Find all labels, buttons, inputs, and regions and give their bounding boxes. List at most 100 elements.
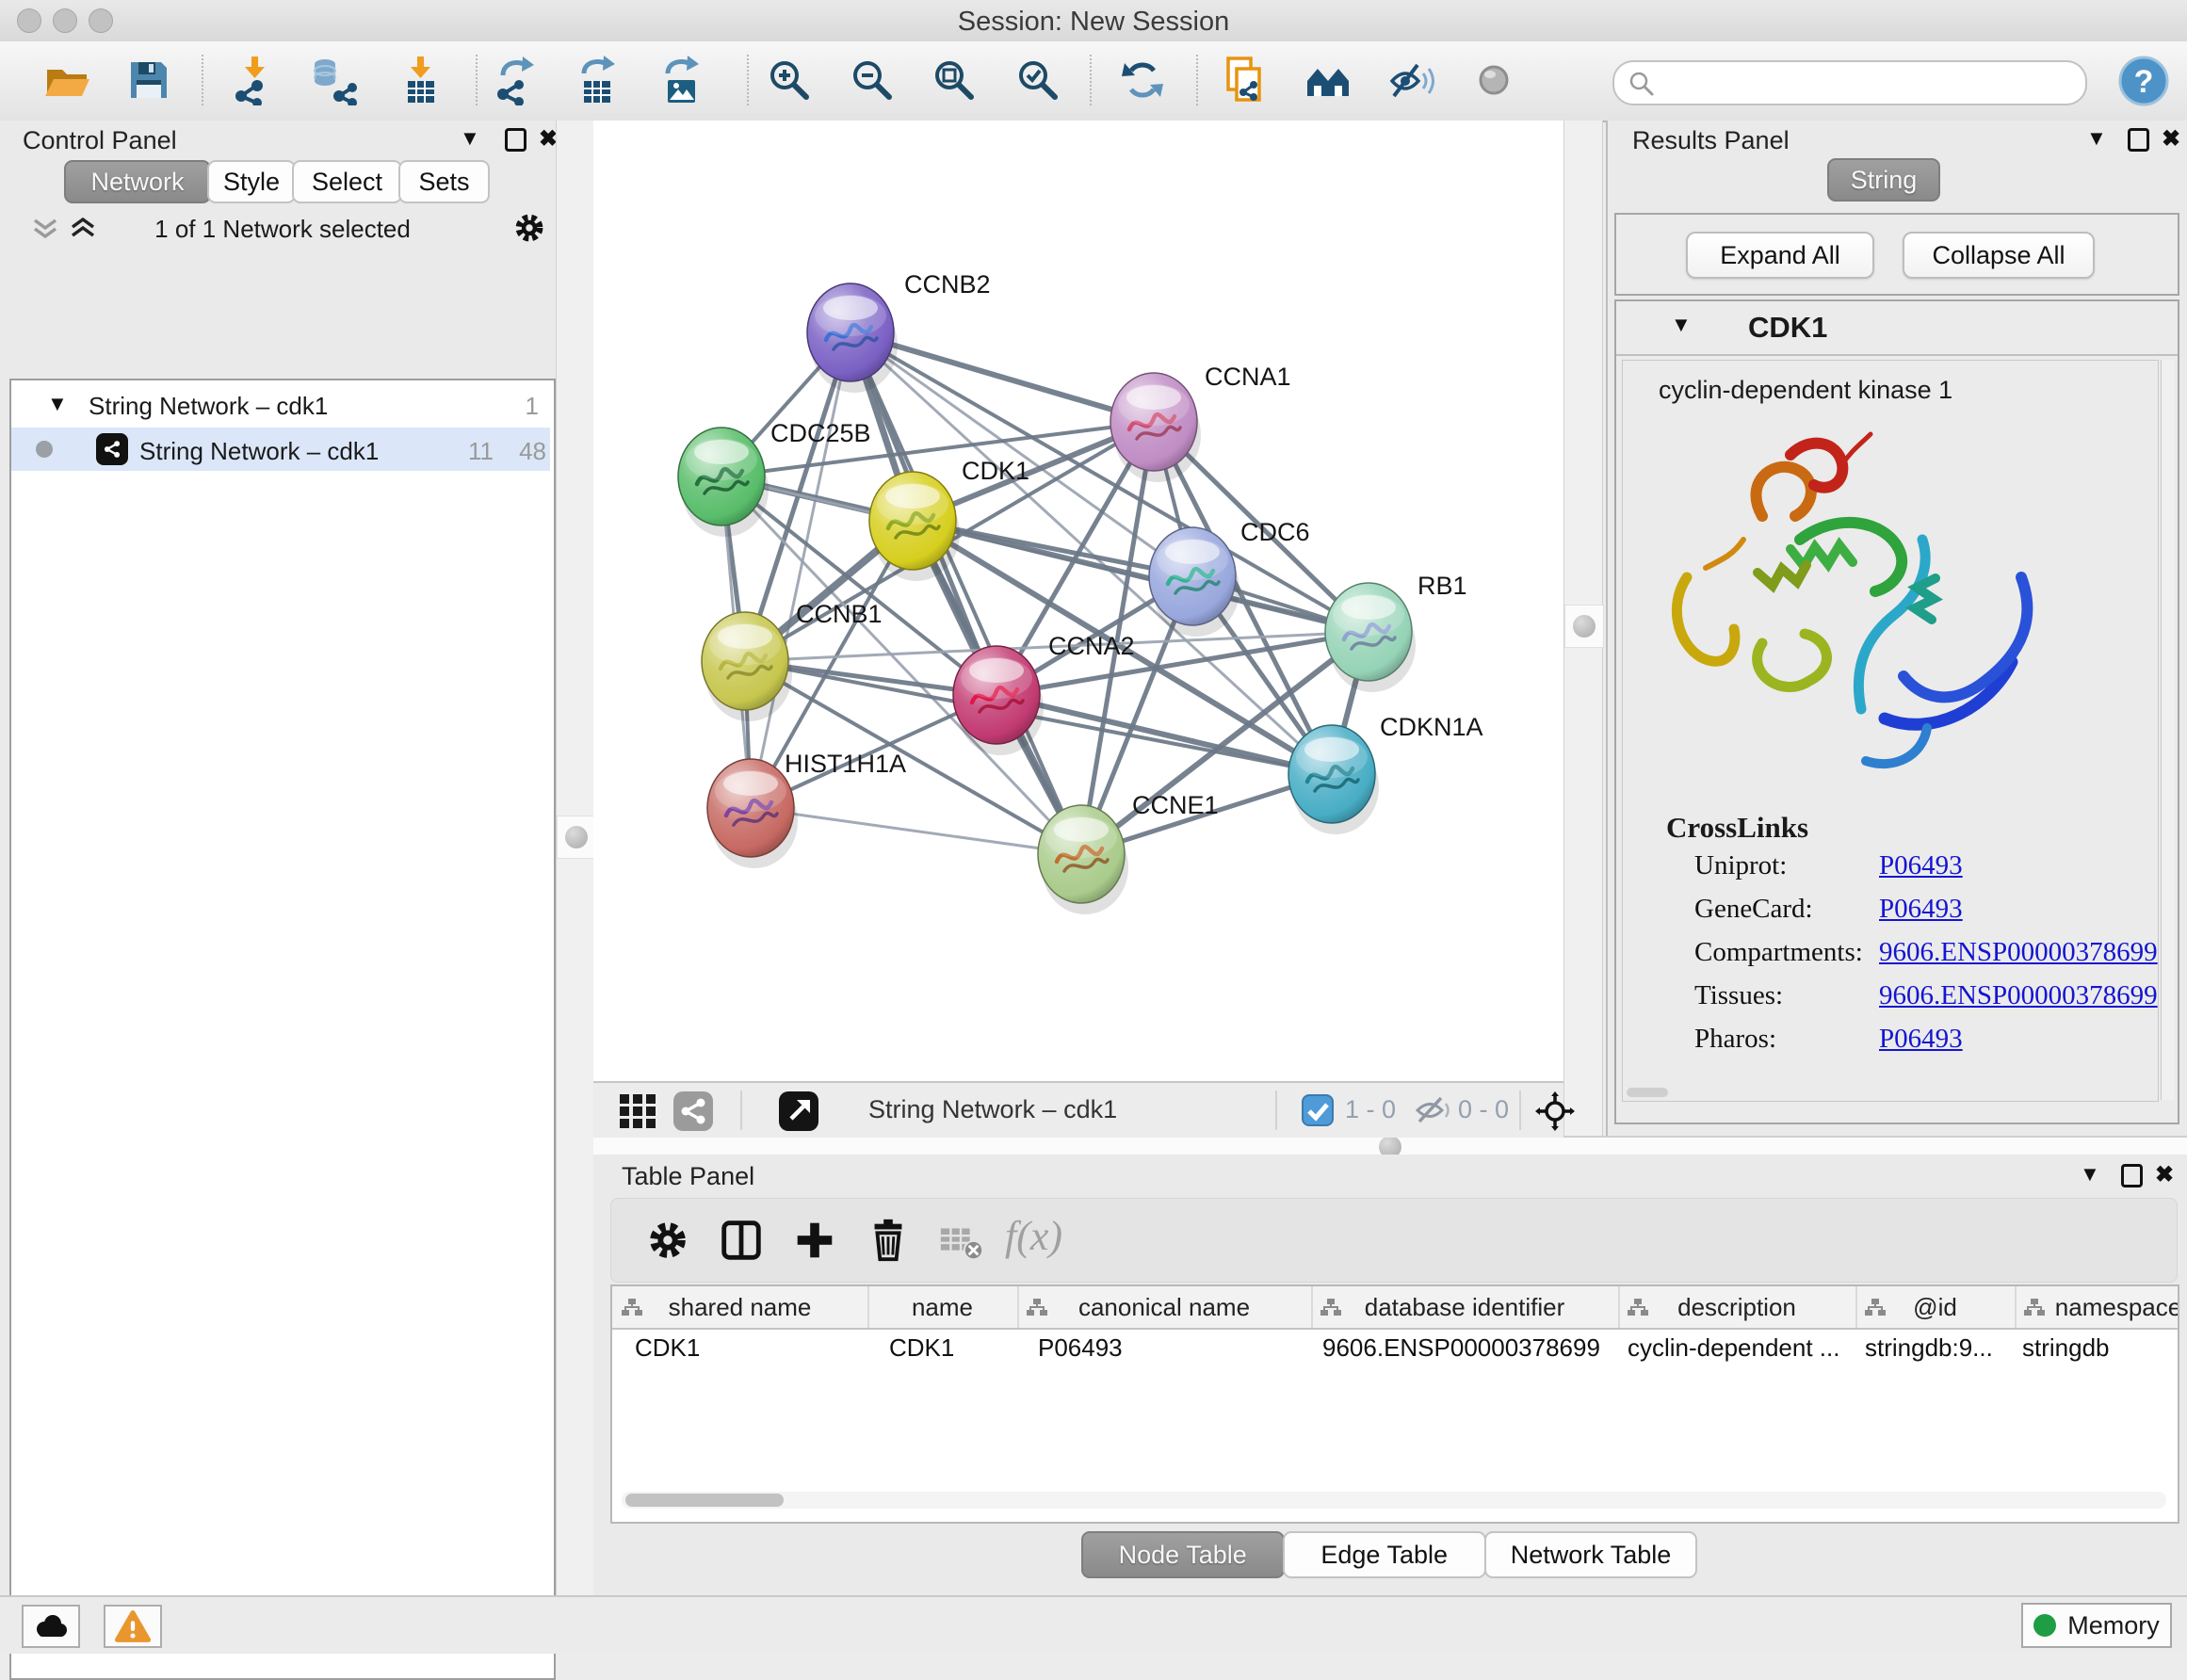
column-header-shared-name[interactable]: shared name xyxy=(612,1286,869,1328)
left-splitter[interactable] xyxy=(556,121,595,1595)
hide-selected-button[interactable] xyxy=(1384,52,1440,108)
network-node-CDC25B[interactable] xyxy=(678,428,769,537)
tab-network[interactable]: Network xyxy=(64,160,211,203)
network-node-CCNA2[interactable] xyxy=(953,646,1044,755)
tab-network-table[interactable]: Network Table xyxy=(1484,1531,1698,1578)
crosslink-compartments[interactable]: 9606.ENSP00000378699 xyxy=(1879,937,2158,968)
network-row[interactable]: String Network – cdk1 11 48 xyxy=(11,428,550,471)
tab-select[interactable]: Select xyxy=(292,160,402,203)
network-node-CCNA1[interactable] xyxy=(1110,373,1201,482)
column-header-database-identifier[interactable]: database identifier xyxy=(1311,1286,1620,1328)
birds-eye-view-icon[interactable] xyxy=(779,1091,818,1131)
first-neighbors-button[interactable] xyxy=(1301,52,1357,108)
expand-all-button[interactable]: Expand All xyxy=(1686,232,1874,279)
column-header-namespace[interactable]: namespace xyxy=(2015,1286,2179,1328)
horizontal-scrollbar-thumb[interactable] xyxy=(625,1494,784,1507)
tab-style[interactable]: Style xyxy=(207,160,296,203)
selected-checkbox-icon[interactable] xyxy=(1302,1094,1334,1126)
show-all-button[interactable] xyxy=(1466,52,1522,108)
maximize-panel-icon[interactable] xyxy=(505,128,526,152)
crosslink-uniprot[interactable]: P06493 xyxy=(1879,850,1963,881)
memory-button[interactable]: Memory xyxy=(2021,1603,2172,1648)
zoom-in-icon xyxy=(764,55,815,105)
splitter-handle[interactable] xyxy=(557,816,596,859)
tab-sets[interactable]: Sets xyxy=(398,160,490,203)
delete-column-button[interactable] xyxy=(858,1210,918,1270)
splitter-handle[interactable] xyxy=(1564,605,1604,648)
collapse-collection-icon[interactable]: ▼ xyxy=(47,392,68,416)
show-columns-button[interactable] xyxy=(711,1210,771,1270)
network-node-CDKN1A[interactable] xyxy=(1288,725,1379,834)
column-header-canonical-name[interactable]: canonical name xyxy=(1017,1286,1313,1328)
tab-edge-table[interactable]: Edge Table xyxy=(1283,1531,1486,1578)
zoom-fit-button[interactable] xyxy=(926,52,982,108)
network-canvas[interactable]: CCNB2CCNA1CDC25BCDK1CDC6RB1CCNB1CCNA2CDK… xyxy=(593,121,1563,1081)
crosshair-icon[interactable] xyxy=(1535,1091,1575,1131)
column-header-name[interactable]: name xyxy=(867,1286,1019,1328)
gear-icon[interactable] xyxy=(510,209,548,247)
close-panel-icon[interactable]: ✖ xyxy=(2162,125,2180,153)
cell-name: CDK1 xyxy=(889,1333,1012,1371)
import-table-button[interactable] xyxy=(393,52,449,108)
network-edge[interactable] xyxy=(751,808,1081,854)
horizontal-scrollbar-thumb[interactable] xyxy=(1627,1088,1668,1097)
float-panel-icon[interactable]: ▼ xyxy=(460,126,480,151)
float-panel-icon[interactable]: ▼ xyxy=(2080,1162,2100,1187)
import-network-button[interactable] xyxy=(227,52,284,108)
cloud-button[interactable] xyxy=(22,1605,80,1648)
gene-card-header[interactable]: ▼ CDK1 xyxy=(1616,301,2178,356)
zoom-selected-button[interactable] xyxy=(1010,52,1066,108)
network-node-RB1[interactable] xyxy=(1325,583,1416,692)
function-builder-button[interactable]: f(x) xyxy=(1005,1212,1099,1260)
column-header-id[interactable]: @id xyxy=(1855,1286,2017,1328)
refresh-button[interactable] xyxy=(1114,52,1171,108)
export-table-button[interactable] xyxy=(570,52,626,108)
tab-node-table[interactable]: Node Table xyxy=(1081,1531,1285,1578)
title-bar: Session: New Session xyxy=(0,0,2187,42)
collapse-all-button[interactable]: Collapse All xyxy=(1903,232,2095,279)
table-options-button[interactable] xyxy=(638,1210,698,1270)
close-panel-icon[interactable]: ✖ xyxy=(2155,1161,2174,1188)
right-splitter[interactable] xyxy=(1563,121,1603,1136)
delete-table-button[interactable] xyxy=(932,1210,992,1270)
bottom-splitter[interactable] xyxy=(593,1136,2187,1156)
crosslink-pharos[interactable]: P06493 xyxy=(1879,1024,1963,1055)
network-node-CCNE1[interactable] xyxy=(1038,805,1128,914)
help-button[interactable]: ? xyxy=(2117,55,2170,107)
tab-string[interactable]: String xyxy=(1827,158,1940,202)
float-panel-icon[interactable]: ▼ xyxy=(2086,126,2107,151)
export-network-button[interactable] xyxy=(489,52,545,108)
vertical-scrollbar-track[interactable] xyxy=(2161,360,2175,1100)
collapse-all-icon[interactable] xyxy=(32,218,58,241)
collection-row[interactable]: ▼ String Network – cdk1 1 xyxy=(11,384,550,428)
trash-icon xyxy=(864,1216,913,1265)
hidden-count: 0 - 0 xyxy=(1458,1095,1509,1124)
network-node-CCNB2[interactable] xyxy=(807,283,898,393)
node-label-RB1: RB1 xyxy=(1418,572,1467,600)
clone-network-button[interactable] xyxy=(1216,52,1272,108)
warnings-button[interactable] xyxy=(104,1605,162,1648)
network-edge[interactable] xyxy=(996,695,1332,774)
column-header-description[interactable]: description xyxy=(1618,1286,1857,1328)
network-node-CDK1[interactable] xyxy=(869,472,960,581)
collapse-gene-icon[interactable]: ▼ xyxy=(1671,313,1692,337)
toolbar-separator xyxy=(1519,1090,1521,1130)
export-image-button[interactable] xyxy=(654,52,710,108)
search-input[interactable] xyxy=(1663,65,2072,99)
import-network-from-database-button[interactable] xyxy=(306,52,363,108)
horizontal-scrollbar[interactable] xyxy=(622,1492,2166,1509)
zoom-out-button[interactable] xyxy=(844,52,900,108)
save-floppy-icon xyxy=(123,55,174,105)
create-column-button[interactable] xyxy=(785,1210,845,1270)
crosslink-genecard[interactable]: P06493 xyxy=(1879,894,1963,925)
string-view-icon[interactable] xyxy=(673,1091,713,1131)
expand-all-icon[interactable] xyxy=(70,217,96,239)
save-session-button[interactable] xyxy=(121,52,177,108)
maximize-panel-icon[interactable] xyxy=(2128,128,2149,152)
maximize-panel-icon[interactable] xyxy=(2121,1164,2143,1187)
network-edge[interactable] xyxy=(751,332,850,808)
zoom-in-button[interactable] xyxy=(761,52,818,108)
open-session-button[interactable] xyxy=(39,52,95,108)
crosslink-tissues[interactable]: 9606.ENSP00000378699 xyxy=(1879,980,2158,1011)
grid-view-icon[interactable] xyxy=(619,1093,656,1129)
